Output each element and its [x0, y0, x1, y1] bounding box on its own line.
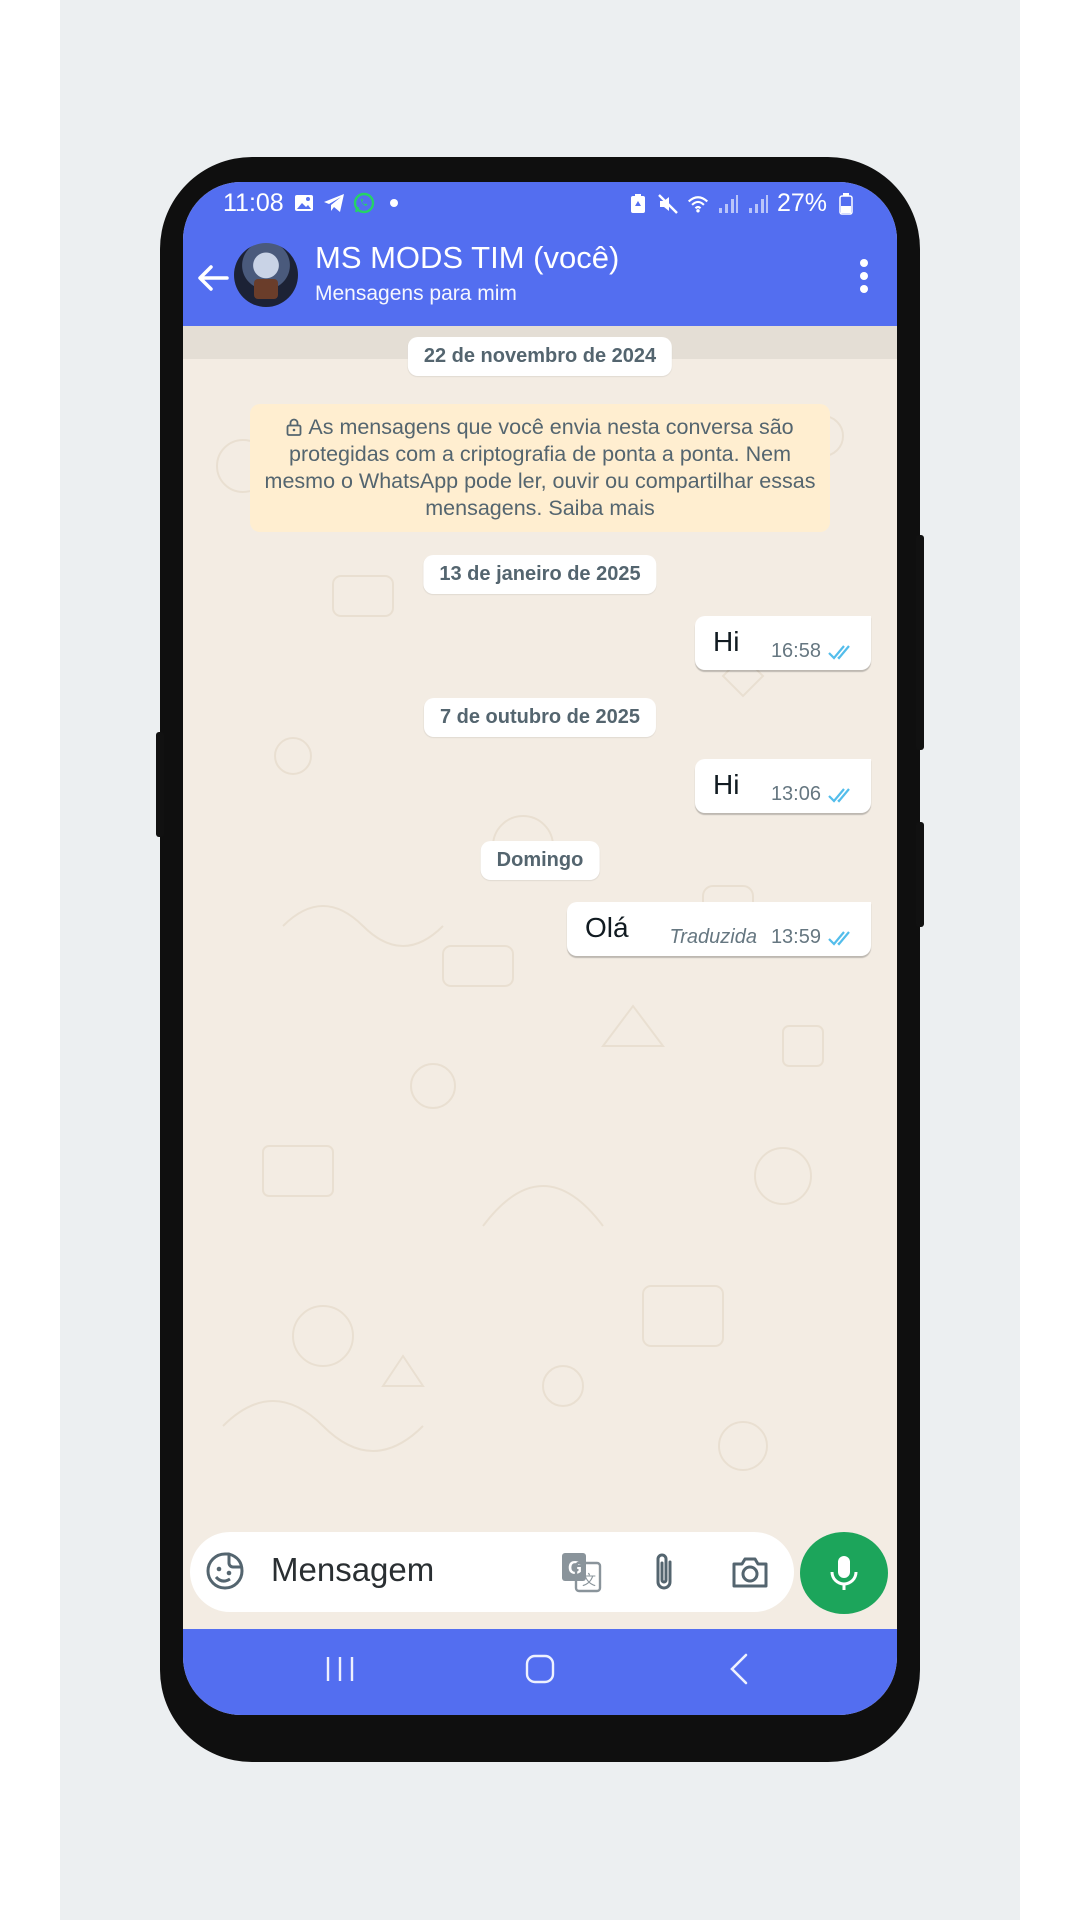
message-time: 13:06	[770, 783, 821, 805]
wifi-icon	[687, 193, 709, 215]
message-input[interactable]: Mensagem	[271, 1551, 434, 1589]
chat-area[interactable]: 22 de novembro de 2024 As mensagens que …	[183, 326, 897, 1511]
lock-icon	[286, 416, 302, 436]
message-composer[interactable]: Mensagem G文	[190, 1532, 794, 1612]
read-receipt-icon	[828, 787, 850, 803]
attach-icon[interactable]	[648, 1550, 680, 1594]
signal-icon	[717, 193, 739, 215]
nav-back-icon[interactable]	[728, 1652, 750, 1686]
translated-label: Traduzida	[669, 926, 757, 948]
status-bar: 11:08 27%	[183, 182, 897, 228]
whatsapp-icon	[353, 192, 375, 214]
date-divider: 13 de janeiro de 2025	[423, 555, 657, 594]
translate-icon[interactable]: G文	[560, 1551, 602, 1593]
message-bubble-outgoing[interactable]: Olá Traduzida 13:59	[567, 902, 871, 956]
battery-saver-icon	[627, 193, 649, 215]
telegram-icon	[323, 192, 345, 214]
microphone-icon	[830, 1556, 858, 1590]
message-text: Hi	[713, 626, 740, 657]
date-divider: 7 de outubro de 2025	[423, 698, 657, 737]
chat-header: MS MODS TIM (você) Mensagens para mim	[183, 228, 897, 326]
home-icon[interactable]	[525, 1654, 555, 1684]
camera-icon[interactable]	[730, 1552, 770, 1592]
sticker-icon[interactable]	[204, 1550, 246, 1592]
power-button	[916, 822, 924, 927]
message-bubble-outgoing[interactable]: Hi 16:58	[695, 616, 871, 670]
message-text: Hi	[713, 769, 740, 800]
battery-percent: 27%	[776, 189, 827, 217]
contact-subtitle[interactable]: Mensagens para mim	[315, 282, 517, 306]
signal-icon	[747, 193, 769, 215]
back-arrow-icon[interactable]	[193, 258, 233, 298]
avatar[interactable]	[234, 243, 298, 307]
more-options-icon[interactable]	[859, 258, 869, 294]
recent-apps-icon[interactable]	[323, 1654, 357, 1684]
volume-button	[156, 732, 164, 837]
mute-icon	[657, 193, 679, 215]
message-bubble-outgoing[interactable]: Hi 13:06	[695, 759, 871, 813]
read-receipt-icon	[828, 644, 850, 660]
system-nav-bar	[183, 1629, 897, 1715]
encryption-notice-text: As mensagens que você envia nesta conver…	[264, 415, 816, 520]
read-receipt-icon	[828, 930, 850, 946]
message-time: 16:58	[770, 640, 821, 662]
voice-message-button[interactable]	[800, 1532, 888, 1614]
encryption-notice[interactable]: As mensagens que você envia nesta conver…	[250, 404, 830, 532]
date-divider: 22 de novembro de 2024	[407, 337, 673, 376]
dot-icon	[383, 192, 405, 214]
battery-icon	[835, 192, 857, 215]
date-divider: Domingo	[480, 841, 600, 880]
status-time: 11:08	[223, 189, 284, 217]
phone-screen: 11:08 27% MS MODS TIM (você) Mensagens p…	[183, 182, 897, 1715]
message-text: Olá	[585, 912, 629, 943]
side-button	[916, 535, 924, 750]
svg-text:文: 文	[582, 1573, 596, 1589]
gallery-icon	[293, 192, 315, 214]
contact-name[interactable]: MS MODS TIM (você)	[315, 240, 619, 276]
message-time: 13:59	[770, 926, 821, 948]
